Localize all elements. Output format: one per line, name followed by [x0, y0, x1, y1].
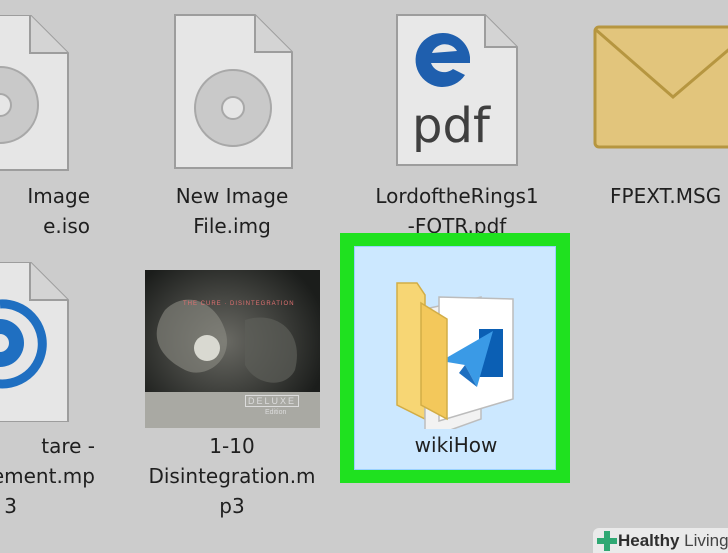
album-edition-text: Edition — [265, 409, 287, 416]
file-new-image[interactable] — [170, 13, 295, 173]
file-disintegration[interactable]: THE CURE · DISINTEGRATION DELUXE Edition — [145, 270, 320, 428]
file-explorer-view: { "files": [ {"name": "iso-file", "lines… — [0, 0, 728, 553]
file-wikihow-folder[interactable]: wikiHow — [354, 246, 556, 470]
file-msg-label: FPEXT.MSG — [610, 184, 722, 208]
file-pdf-label: LordoftheRings1 -FOTR.pdf — [375, 184, 539, 235]
media-player-icon — [0, 262, 69, 422]
file-wikihow-label: wikiHow — [414, 433, 498, 457]
healthy-living-watermark: Healthy Living — [593, 528, 728, 553]
disc-image-icon — [174, 14, 293, 169]
album-title-text: THE CURE · DISINTEGRATION — [183, 301, 295, 307]
pdf-icon-text: pdf — [412, 98, 490, 154]
watermark-text: Healthy Living — [618, 531, 728, 550]
file-iso-label: Image e.iso — [27, 184, 90, 238]
envelope-icon — [593, 25, 728, 149]
selection-highlight: wikiHow — [340, 233, 570, 483]
file-mp3[interactable] — [0, 262, 70, 422]
file-new-image-label: New Image File.img — [175, 184, 289, 238]
file-disintegration-label: 1-10 Disintegration.m p3 — [148, 434, 316, 518]
file-msg[interactable] — [593, 25, 728, 155]
file-pdf[interactable]: pdf — [395, 13, 520, 173]
file-mp3-label: tare - ement.mp 3 — [0, 434, 95, 518]
disc-image-icon — [0, 15, 69, 171]
folder-icon — [396, 282, 514, 429]
cross-logo-icon — [597, 531, 617, 551]
album-deluxe-text: DELUXE — [245, 395, 300, 407]
